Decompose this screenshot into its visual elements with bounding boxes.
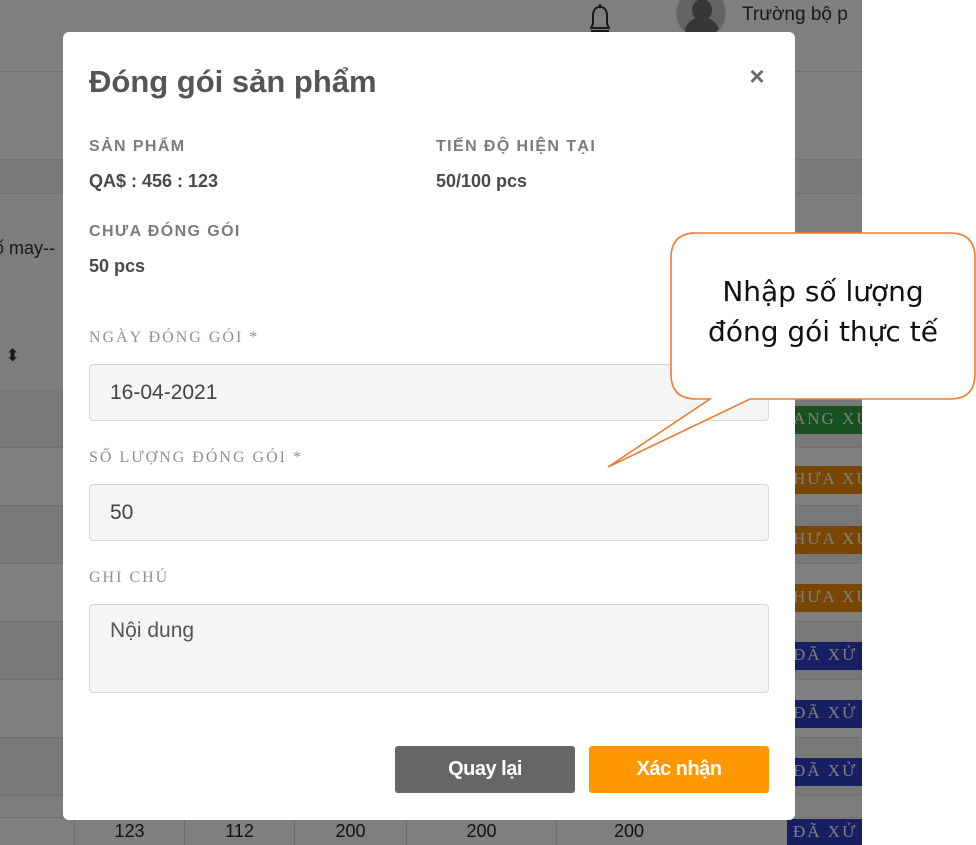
note-textarea[interactable] [89,604,769,693]
close-icon[interactable]: × [743,62,771,90]
unpacked-value: 50 pcs [89,256,146,276]
quantity-label: SỐ LƯỢNG ĐÓNG GÓI * [89,449,303,466]
back-button[interactable]: Quay lại [395,746,575,793]
pack-date-label: NGÀY ĐÓNG GÓI * [89,329,260,346]
progress-label: TIẾN ĐỘ HIỆN TẠI [436,138,597,155]
product-label: SẢN PHẨM [89,138,186,155]
modal-title: Đóng gói sản phẩm [89,64,377,99]
callout-text: Nhập số lượng đóng gói thực tế [672,272,974,352]
callout-line: đóng gói thực tế [708,315,938,348]
progress-value: 50/100 pcs [436,171,528,191]
product-value: QA$ : 456 : 123 [89,171,219,191]
confirm-button[interactable]: Xác nhận [589,746,769,793]
quantity-input[interactable] [89,484,769,541]
note-label: GHI CHÚ [89,569,170,586]
callout-line: Nhập số lượng [722,275,924,308]
unpacked-label: CHƯA ĐÓNG GÓI [89,223,241,240]
